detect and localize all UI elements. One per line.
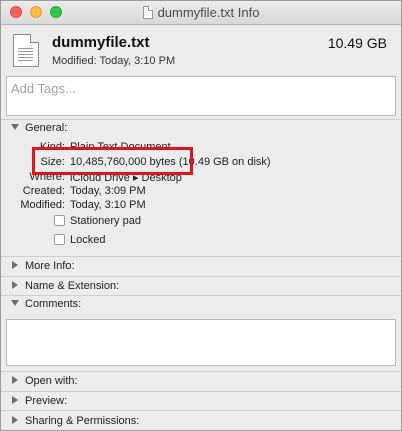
section-preview-label: Preview: [25,395,68,407]
section-comments-label: Comments: [25,298,82,310]
text-file-icon [13,34,39,67]
disclosure-right-icon[interactable] [12,261,18,269]
disclosure-right-icon[interactable] [12,376,18,384]
file-modified: Modified: Today, 3:10 PM [52,55,176,67]
divider [1,410,401,411]
disclosure-right-icon[interactable] [12,396,18,404]
disclosure-down-icon[interactable] [11,300,19,306]
tags-field[interactable] [6,76,396,116]
window-title-wrap: dummyfile.txt Info [1,5,401,20]
section-preview[interactable]: Preview: [11,395,67,407]
disclosure-down-icon[interactable] [11,124,19,130]
created-label: Created: [22,185,65,197]
modified-label: Modified: [20,199,65,211]
section-name-extension[interactable]: Name & Extension: [11,280,119,292]
locked-checkbox[interactable]: Locked [54,234,105,246]
section-sharing-label: Sharing & Permissions: [25,415,140,427]
section-more-info[interactable]: More Info: [11,260,75,272]
size-highlight-box [32,147,193,175]
section-name-extension-label: Name & Extension: [25,280,120,292]
comments-field[interactable] [6,319,396,366]
stationery-pad-label: Stationery pad [70,215,141,227]
section-open-with[interactable]: Open with: [11,375,78,387]
section-sharing[interactable]: Sharing & Permissions: [11,415,139,427]
created-value: Today, 3:09 PM [70,185,146,197]
locked-label: Locked [70,234,106,246]
document-icon [142,6,153,19]
section-general-label: General: [25,122,68,134]
section-comments[interactable]: Comments: [11,298,81,310]
checkbox-icon[interactable] [54,234,65,245]
section-more-info-label: More Info: [25,260,75,272]
disclosure-right-icon[interactable] [12,416,18,424]
disclosure-right-icon[interactable] [12,281,18,289]
info-window: dummyfile.txt Info dummyfile.txt 10.49 G… [0,0,402,431]
modified-row: Modified: Today, 3:10 PM [1,199,401,214]
checkbox-icon[interactable] [54,215,65,226]
divider [1,371,401,372]
window-title: dummyfile.txt Info [157,5,260,20]
stationery-pad-checkbox[interactable]: Stationery pad [54,215,141,227]
divider [1,276,401,277]
divider [1,256,401,257]
modified-value: Today, 3:10 PM [70,199,146,211]
section-open-with-label: Open with: [25,375,78,387]
created-row: Created: Today, 3:09 PM [1,185,401,200]
tags-input[interactable] [11,81,391,96]
divider [1,119,401,120]
file-size: 10.49 GB [327,35,387,51]
divider [1,295,401,296]
file-name: dummyfile.txt [52,34,150,51]
divider [1,391,401,392]
title-bar[interactable]: dummyfile.txt Info [1,1,401,25]
section-general[interactable]: General: [11,122,67,134]
